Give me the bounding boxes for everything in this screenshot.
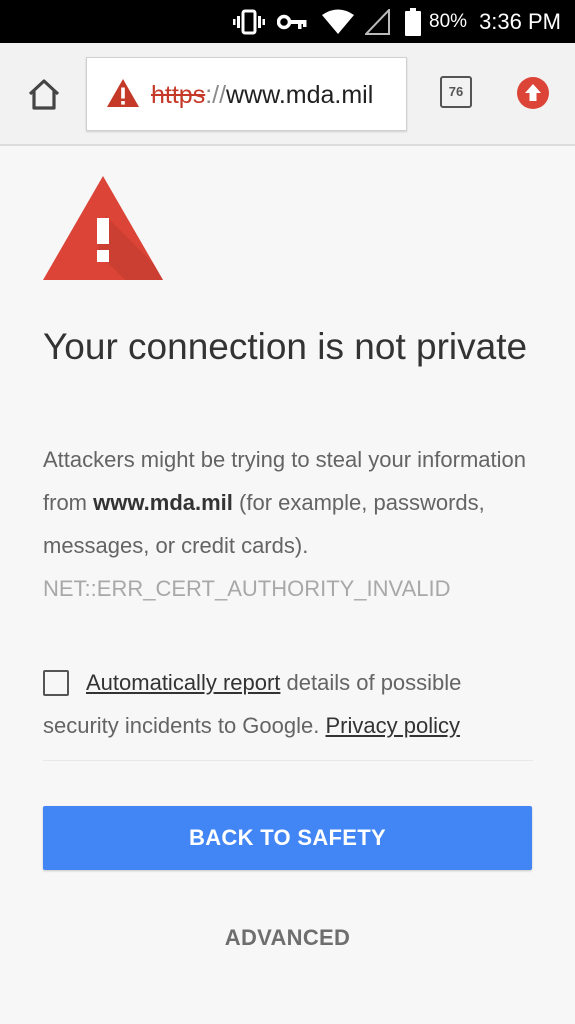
battery-icon bbox=[405, 7, 422, 36]
update-button[interactable] bbox=[517, 77, 549, 109]
site-domain: www.mda.mil bbox=[93, 490, 233, 515]
update-arrow-icon bbox=[517, 77, 549, 109]
browser-toolbar: https://www.mda.mil 76 bbox=[0, 43, 575, 146]
url-host: www.mda.mil bbox=[226, 81, 374, 109]
large-warning-icon bbox=[43, 176, 163, 280]
home-button[interactable] bbox=[24, 75, 64, 115]
auto-report-link[interactable]: Automatically report bbox=[86, 670, 280, 695]
divider bbox=[43, 760, 533, 761]
error-description: Attackers might be trying to steal your … bbox=[43, 438, 533, 610]
home-icon bbox=[28, 79, 60, 110]
vibrate-icon bbox=[233, 9, 266, 35]
clock: 3:36 PM bbox=[479, 8, 561, 34]
not-secure-warning-icon bbox=[107, 79, 139, 107]
omnibox[interactable]: https://www.mda.mil bbox=[86, 57, 407, 131]
report-checkbox[interactable] bbox=[43, 670, 69, 696]
back-to-safety-button[interactable]: BACK TO SAFETY bbox=[43, 806, 532, 870]
url-separator: :// bbox=[205, 81, 227, 109]
status-bar: 80% 3:36 PM bbox=[0, 0, 575, 43]
battery-percent: 80% bbox=[429, 10, 468, 32]
url-scheme: https bbox=[151, 81, 206, 109]
page-title: Your connection is not private bbox=[43, 326, 528, 367]
privacy-policy-link[interactable]: Privacy policy bbox=[325, 713, 459, 738]
signal-icon bbox=[365, 8, 391, 35]
vpn-key-icon bbox=[277, 13, 307, 31]
advanced-button[interactable]: ADVANCED bbox=[43, 918, 532, 958]
wifi-icon bbox=[321, 9, 355, 35]
url-text: https://www.mda.mil bbox=[151, 78, 373, 112]
tab-switcher-button[interactable]: 76 bbox=[440, 76, 472, 108]
error-code[interactable]: NET::ERR_CERT_AUTHORITY_INVALID bbox=[43, 576, 451, 601]
status-icons: 80% 3:36 PM bbox=[233, 0, 561, 43]
report-option: Automatically report details of possible… bbox=[43, 661, 533, 747]
